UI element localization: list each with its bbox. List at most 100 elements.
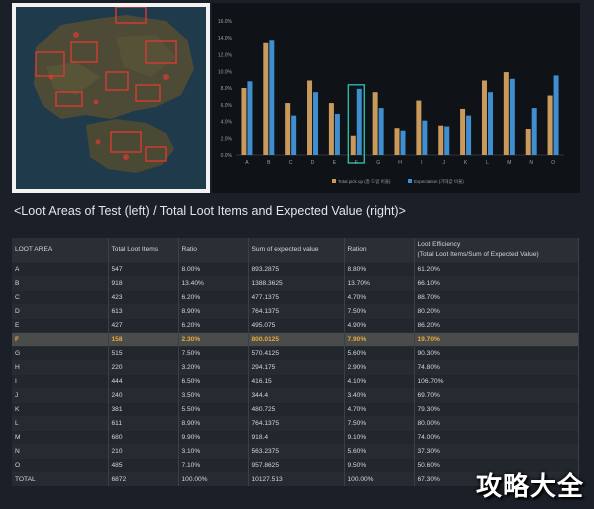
table-cell: F <box>12 332 109 347</box>
table-cell: 7.50% <box>344 416 415 431</box>
table-cell: 90.30% <box>414 346 579 361</box>
y-tick-label: 4.0% <box>221 120 233 126</box>
table-cell: O <box>12 458 109 473</box>
table-cell: 477.1375 <box>248 290 345 305</box>
island-map <box>16 7 206 189</box>
table-cell: 7.10% <box>178 458 249 473</box>
header-loot-area: LOOT AREA <box>12 238 109 263</box>
x-tick-label: F <box>355 160 358 166</box>
bar-total-pickup <box>307 80 313 155</box>
header-total-loot-items: Total Loot Items <box>108 238 179 263</box>
bar-total-pickup <box>241 88 247 155</box>
bar-expectation <box>334 113 340 155</box>
x-tick-label: A <box>245 160 249 166</box>
table-cell: 3.10% <box>178 444 249 459</box>
loot-map-image <box>12 3 210 193</box>
bar-total-pickup <box>438 125 444 155</box>
table-cell: 613 <box>108 304 179 319</box>
table-cell: 158 <box>108 332 179 347</box>
x-tick-label: E <box>333 160 337 166</box>
bar-total-pickup <box>416 100 422 155</box>
table-cell: 7.50% <box>178 346 249 361</box>
table-row: A 547 8.00% 893.2875 8.80% 61.20% <box>12 262 579 277</box>
table-row: H 220 3.20% 294.175 2.90% 74.80% <box>12 360 579 375</box>
legend-swatch-total-pickup <box>332 179 336 183</box>
table-row: L 611 8.90% 764.1375 7.50% 80.00% <box>12 416 579 431</box>
table-cell: 3.20% <box>178 360 249 375</box>
loot-bar-chart: 0.0% 2.0% 4.0% 6.0% 8.0% 10.0% 12.0% 14.0% 16.0%… <box>212 3 580 193</box>
bar-expectation <box>291 115 297 155</box>
table-cell: C <box>12 290 109 305</box>
table-cell: E <box>12 318 109 333</box>
bar-expectation <box>313 92 319 155</box>
bar-expectation <box>247 81 253 155</box>
y-tick-label: 0.0% <box>221 153 233 159</box>
y-tick-label: 16.0% <box>218 19 233 25</box>
table-cell: 37.30% <box>414 444 579 459</box>
x-tick-label: I <box>421 160 422 166</box>
table-cell: 7.90% <box>344 332 415 347</box>
highlight-box <box>347 84 365 164</box>
table-cell: 764.1375 <box>248 416 345 431</box>
table-cell: 9.10% <box>344 430 415 445</box>
table-row: G 515 7.50% 570.4125 5.60% 90.30% <box>12 346 579 361</box>
table-cell: B <box>12 276 109 291</box>
table-cell: 6.20% <box>178 290 249 305</box>
table-cell: 8.00% <box>178 262 249 277</box>
table-cell: 5.50% <box>178 402 249 417</box>
table-cell: 5.60% <box>344 346 415 361</box>
table-cell: 515 <box>108 346 179 361</box>
table-cell: 764.1375 <box>248 304 345 319</box>
table-cell: 4.90% <box>344 318 415 333</box>
loot-table: LOOT AREA Total Loot Items Ratio Sum of … <box>12 238 579 486</box>
table-cell: 19.70% <box>414 332 579 347</box>
table-cell: 9.50% <box>344 458 415 473</box>
legend-label-total-pickup: Total pick up (총 드랍 비율) <box>338 178 391 185</box>
x-tick-label: N <box>529 160 533 166</box>
bar-expectation <box>553 75 559 155</box>
header-loot-efficiency: Loot Efficiency (Total Loot Items/Sum of… <box>414 238 579 263</box>
table-cell: 69.70% <box>414 388 579 403</box>
table-header: LOOT AREA Total Loot Items Ratio Sum of … <box>12 238 579 263</box>
bar-total-pickup <box>350 135 356 155</box>
table-cell: 3.40% <box>344 388 415 403</box>
bar-expectation <box>509 78 515 155</box>
table-row: J 240 3.50% 344.4 3.40% 69.70% <box>12 388 579 403</box>
table-cell: G <box>12 346 109 361</box>
bar-expectation <box>466 115 472 155</box>
table-row: C 423 6.20% 477.1375 4.70% 88.70% <box>12 290 579 305</box>
table-row: E 427 6.20% 495.075 4.90% 86.20% <box>12 318 579 333</box>
table-cell: 210 <box>108 444 179 459</box>
table-cell: 13.40% <box>178 276 249 291</box>
bar-expectation <box>487 92 493 155</box>
table-cell: 957.8625 <box>248 458 345 473</box>
table-cell: M <box>12 430 109 445</box>
table-row: I 444 6.50% 416.15 4.10% 106.70% <box>12 374 579 389</box>
bar-total-pickup <box>394 128 400 155</box>
table-row: F 158 2.30% 800.0125 7.90% 19.70% <box>12 332 579 347</box>
bar-expectation <box>400 130 406 155</box>
table-cell: 220 <box>108 360 179 375</box>
table-cell: 8.80% <box>344 262 415 277</box>
table-cell: 800.0125 <box>248 332 345 347</box>
x-tick-label: C <box>289 160 293 166</box>
header-ration: Ration <box>344 238 415 263</box>
figure-caption: <Loot Areas of Test (left) / Total Loot … <box>14 204 406 218</box>
table-cell: 4.10% <box>344 374 415 389</box>
table-row: N 210 3.10% 563.2375 5.60% 37.30% <box>12 444 579 459</box>
table-cell: 611 <box>108 416 179 431</box>
table-cell: 570.4125 <box>248 346 345 361</box>
table-cell: 100.00% <box>178 472 249 486</box>
table-cell: 6872 <box>108 472 179 486</box>
y-tick-label: 12.0% <box>218 53 233 59</box>
y-tick-label: 14.0% <box>218 36 233 42</box>
table-cell: 444 <box>108 374 179 389</box>
table-cell: 6.20% <box>178 318 249 333</box>
x-tick-label: L <box>486 160 489 166</box>
table-cell: N <box>12 444 109 459</box>
table-cell: 240 <box>108 388 179 403</box>
table-cell: 480.725 <box>248 402 345 417</box>
table-cell: 495.075 <box>248 318 345 333</box>
x-tick-label: M <box>507 160 511 166</box>
table-cell: 2.30% <box>178 332 249 347</box>
